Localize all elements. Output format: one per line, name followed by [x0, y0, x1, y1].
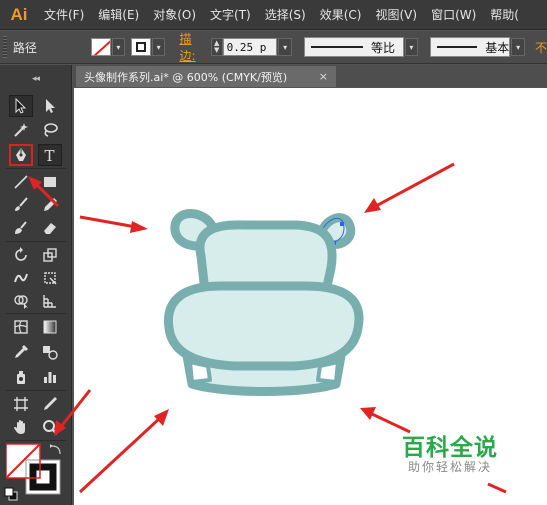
eraser-tool-icon[interactable] — [38, 217, 62, 239]
stroke-weight-field[interactable]: 0.25 p — [222, 38, 278, 56]
document-tab[interactable]: 头像制作系列.ai* @ 600% (CMYK/预览) × — [76, 66, 336, 87]
menu-bar: Ai 文件(F) 编辑(E) 对象(O) 文字(T) 选择(S) 效果(C) 视… — [0, 0, 547, 30]
menu-view[interactable]: 视图(V) — [375, 6, 417, 23]
stroke-dropdown-icon[interactable]: ▾ — [151, 38, 166, 56]
mesh-tool-icon[interactable] — [9, 316, 33, 338]
direct-selection-tool-icon[interactable] — [38, 95, 62, 117]
watermark-title: 百科全说 — [402, 435, 498, 461]
rectangle-tool-icon[interactable] — [38, 171, 62, 193]
profile-dropdown-icon[interactable]: ▾ — [404, 38, 419, 56]
rotate-tool-icon[interactable] — [9, 244, 33, 266]
line-tool-icon[interactable] — [9, 171, 33, 193]
toolbar-divider — [6, 168, 66, 169]
free-transform-tool-icon[interactable] — [38, 267, 62, 289]
right-tooth — [316, 360, 340, 384]
svg-text:T: T — [45, 147, 55, 164]
toolbar-divider — [6, 313, 66, 314]
scale-tool-icon[interactable] — [38, 244, 62, 266]
arrow-top-right — [375, 162, 455, 208]
brush-definition[interactable]: 基本 — [430, 37, 511, 57]
toolbar-divider — [6, 390, 66, 391]
app-logo: Ai — [10, 4, 28, 24]
fill-dropdown-icon[interactable]: ▾ — [111, 38, 126, 56]
pencil-tool-icon[interactable] — [38, 194, 62, 216]
selection-type-label: 路径 — [12, 40, 37, 55]
default-colors-icon[interactable] — [4, 486, 18, 501]
menu-type[interactable]: 文字(T) — [210, 6, 251, 23]
left-tooth — [188, 360, 212, 384]
slice-tool-icon[interactable] — [38, 393, 62, 415]
close-tab-icon[interactable]: × — [319, 70, 328, 83]
panel-grip[interactable] — [3, 36, 7, 58]
arrow-bottom-edge — [487, 482, 507, 494]
symbol-sprayer-tool-icon[interactable] — [9, 366, 33, 388]
gradient-tool-icon[interactable] — [38, 316, 62, 338]
control-bar: 路径 ▾ ▾ 描边: ▲ ▼ 0.25 p ▾ 等比 ▾ 基本 ▾ 不 — [0, 31, 547, 64]
collapse-icon[interactable]: ◂◂ — [32, 74, 40, 84]
stroke-swatch[interactable] — [131, 38, 151, 56]
warp-tool-icon[interactable] — [9, 267, 33, 289]
watermark-subtitle: 助你轻松解决 — [408, 460, 493, 474]
menu-object[interactable]: 对象(O) — [153, 6, 196, 23]
selection-tool-icon[interactable] — [9, 95, 33, 117]
zoom-tool-icon[interactable] — [38, 416, 62, 438]
menu-edit[interactable]: 编辑(E) — [98, 6, 139, 23]
fill-swatch[interactable] — [90, 38, 111, 56]
menu-select[interactable]: 选择(S) — [265, 6, 306, 23]
eyedropper-tool-icon[interactable] — [9, 341, 33, 363]
menu-effect[interactable]: 效果(C) — [320, 6, 362, 23]
document-tab-title: 头像制作系列.ai* @ 600% (CMYK/预览) — [84, 70, 288, 84]
arrow-bottom-left — [78, 416, 162, 494]
arrow-left-head — [130, 221, 148, 233]
menu-help[interactable]: 帮助( — [490, 6, 519, 23]
pen-tool-icon[interactable] — [9, 144, 33, 166]
blob-brush-tool-icon[interactable] — [9, 217, 33, 239]
artboard-tool-icon[interactable] — [9, 393, 33, 415]
toolbar-divider — [6, 241, 66, 242]
variable-width-profile[interactable]: 等比 — [304, 37, 404, 57]
blend-tool-icon[interactable] — [38, 341, 62, 363]
tools-panel-header[interactable]: ◂◂ — [0, 65, 71, 93]
profile-label: 等比 — [371, 40, 396, 55]
paintbrush-tool-icon[interactable] — [9, 194, 33, 216]
stroke-weight-dropdown-icon[interactable]: ▾ — [278, 38, 293, 56]
lasso-tool-icon[interactable] — [38, 119, 62, 141]
hand-tool-icon[interactable] — [9, 416, 33, 438]
anchor-point — [340, 222, 344, 226]
menu-file[interactable]: 文件(F) — [44, 6, 84, 23]
column-graph-tool-icon[interactable] — [38, 366, 62, 388]
toolbar-divider — [6, 440, 66, 441]
brush-label: 基本 — [485, 40, 510, 55]
menu-window[interactable]: 窗口(W) — [431, 6, 476, 23]
snout — [163, 281, 364, 371]
shape-builder-tool-icon[interactable] — [9, 290, 33, 312]
perspective-grid-tool-icon[interactable] — [38, 290, 62, 312]
brush-dropdown-icon[interactable]: ▾ — [511, 38, 525, 56]
stroke-stepper[interactable]: ▲ ▼ — [210, 38, 223, 56]
opacity-label-cut[interactable]: 不 — [535, 39, 547, 56]
magic-wand-tool-icon[interactable] — [9, 119, 33, 141]
stroke-label[interactable]: 描边: — [179, 30, 206, 64]
type-tool-icon[interactable]: T — [38, 144, 62, 166]
arrow-left — [79, 215, 137, 229]
